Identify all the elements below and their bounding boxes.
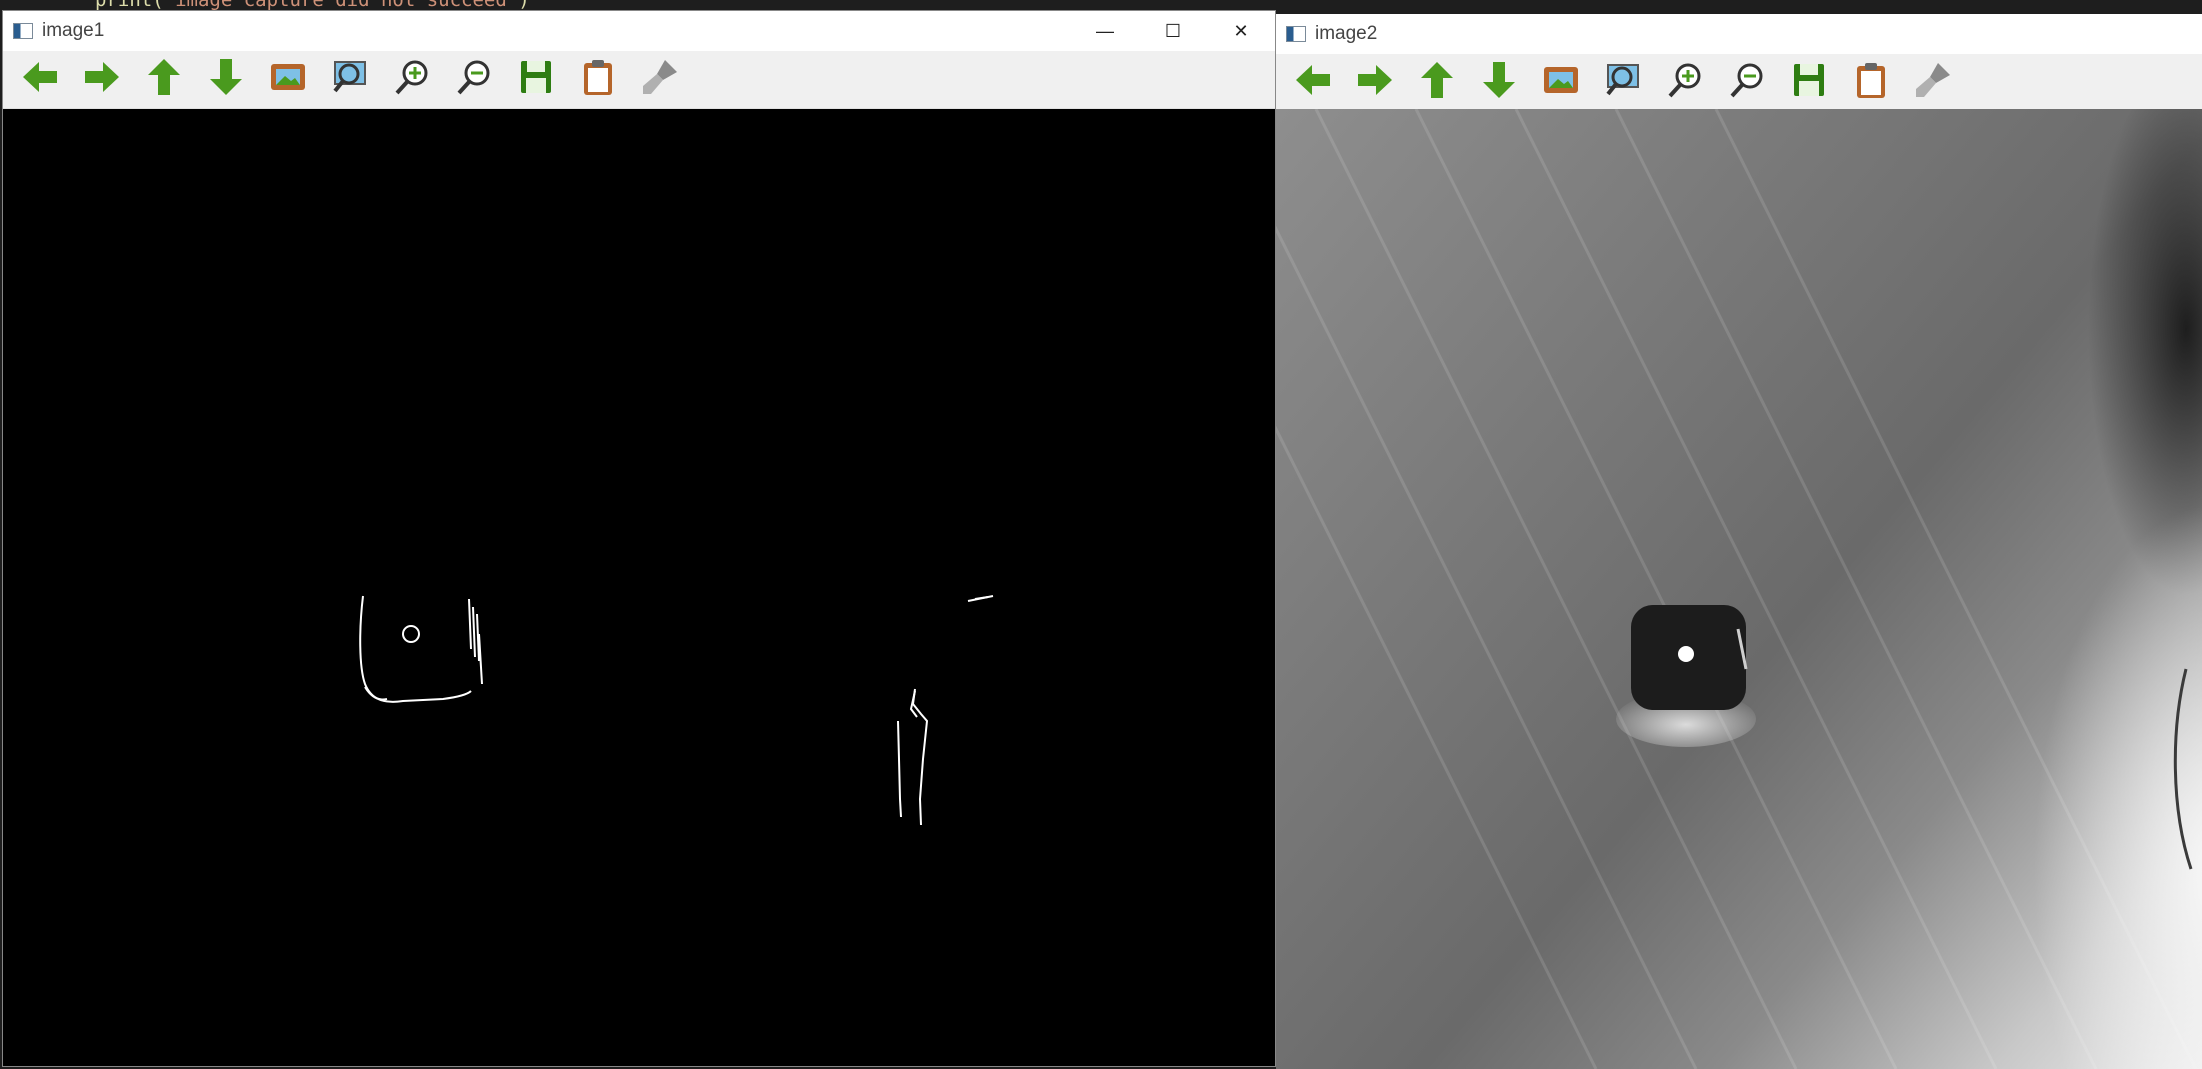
bright-dot — [1678, 646, 1694, 662]
clipboard-icon — [577, 56, 619, 103]
edge-contour — [911, 688, 929, 826]
minimize-button[interactable]: — — [1071, 11, 1139, 51]
zoom-in-button[interactable] — [390, 58, 434, 102]
edge-contour — [974, 596, 989, 600]
picture-icon — [267, 56, 309, 103]
arrow-right-icon — [1354, 59, 1396, 106]
pan-down-button[interactable] — [1477, 61, 1521, 105]
copy-clipboard-button[interactable] — [1849, 61, 1893, 105]
title-bar[interactable]: image2 — [1276, 14, 2202, 54]
zoom-fit-button[interactable] — [1601, 61, 1645, 105]
properties-button[interactable] — [638, 58, 682, 102]
image-canvas[interactable] — [1276, 109, 2202, 1069]
zoom-in-icon — [1664, 59, 1706, 106]
zoom-picture-icon — [1602, 59, 1644, 106]
edge-contour — [402, 625, 420, 643]
arrow-down-icon — [1478, 59, 1520, 106]
zoom-out-button[interactable] — [452, 58, 496, 102]
save-button[interactable] — [1787, 61, 1831, 105]
arrow-left-icon — [19, 56, 61, 103]
pan-left-button[interactable] — [1291, 61, 1335, 105]
zoom-original-button[interactable] — [1539, 61, 1583, 105]
save-button[interactable] — [514, 58, 558, 102]
pan-up-button[interactable] — [1415, 61, 1459, 105]
pan-left-button[interactable] — [18, 58, 62, 102]
zoom-in-icon — [391, 56, 433, 103]
brush-icon — [1912, 59, 1954, 106]
edge-contour — [468, 598, 483, 685]
arrow-left-icon — [1292, 59, 1334, 106]
image2-window: image2 — [1276, 14, 2202, 1069]
copy-clipboard-button[interactable] — [576, 58, 620, 102]
floppy-disk-icon — [515, 56, 557, 103]
arrow-right-icon — [81, 56, 123, 103]
floppy-disk-icon — [1788, 59, 1830, 106]
properties-button[interactable] — [1911, 61, 1955, 105]
arrow-up-icon — [143, 56, 185, 103]
close-button[interactable]: ✕ — [1207, 11, 1275, 51]
pan-right-button[interactable] — [80, 58, 124, 102]
edge-detection-image — [359, 595, 994, 826]
zoom-out-icon — [1726, 59, 1768, 106]
window-title: image1 — [42, 20, 105, 41]
window-controls: — ☐ ✕ — [1071, 11, 1275, 51]
toolbar — [1276, 54, 2202, 112]
maximize-button[interactable]: ☐ — [1139, 11, 1207, 51]
edge-contour — [897, 720, 902, 818]
zoom-original-button[interactable] — [266, 58, 310, 102]
image-canvas[interactable] — [3, 109, 1275, 1066]
grayscale-camera-image — [1276, 109, 2198, 1069]
edge-contour — [359, 595, 472, 703]
picture-icon — [1540, 59, 1582, 106]
zoom-picture-icon — [329, 56, 371, 103]
title-bar[interactable]: image1 — ☐ ✕ — [3, 11, 1275, 51]
brush-icon — [639, 56, 681, 103]
window-app-icon — [1286, 26, 1306, 42]
window-app-icon — [13, 23, 33, 39]
toolbar — [3, 51, 1275, 109]
zoom-out-button[interactable] — [1725, 61, 1769, 105]
clipboard-icon — [1850, 59, 1892, 106]
zoom-in-button[interactable] — [1663, 61, 1707, 105]
pan-right-button[interactable] — [1353, 61, 1397, 105]
pan-up-button[interactable] — [142, 58, 186, 102]
arrow-up-icon — [1416, 59, 1458, 106]
zoom-out-icon — [453, 56, 495, 103]
window-title: image2 — [1315, 23, 1378, 44]
arrow-down-icon — [205, 56, 247, 103]
zoom-fit-button[interactable] — [328, 58, 372, 102]
image1-window: image1 — ☐ ✕ — [2, 10, 1276, 1067]
pan-down-button[interactable] — [204, 58, 248, 102]
